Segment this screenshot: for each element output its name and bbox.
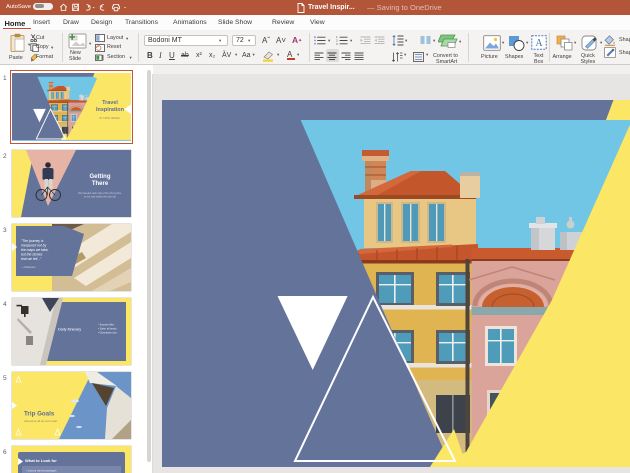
svg-text:Daily Itinerary: Daily Itinerary [58, 328, 81, 332]
svg-text:Getting: Getting [90, 174, 111, 180]
svg-text:A: A [535, 38, 543, 49]
svg-text:BY KATIE JENSEN.: BY KATIE JENSEN. [99, 117, 120, 120]
svg-text:• Sunrise hike: • Sunrise hike [98, 323, 114, 327]
svg-text:measured not by: measured not by [21, 244, 47, 248]
svg-text:so we truly visited the town a: so we truly visited the town all. [84, 196, 117, 199]
svg-text:• Luxury travel packages: • Luxury travel packages [26, 469, 57, 473]
svg-text:Inspiration: Inspiration [96, 107, 124, 113]
svg-text:—Unknown: —Unknown [21, 265, 36, 269]
svg-text:but the stories: but the stories [21, 253, 43, 257]
svg-text:"The journey is: "The journey is [21, 239, 44, 243]
svg-text:What to Look for: What to Look for [25, 458, 57, 463]
svg-text:the maps we take,: the maps we take, [21, 248, 49, 252]
svg-text:• Downtown tour: • Downtown tour [98, 331, 117, 335]
svg-text:Travel: Travel [102, 100, 118, 106]
svg-text:Trip Goals: Trip Goals [24, 411, 55, 418]
svg-text:3: 3 [336, 42, 338, 45]
svg-text:There: There [92, 181, 109, 187]
svg-text:what we've all set out to star: what we've all set out to start [24, 419, 58, 423]
svg-text:that we tell...”: that we tell...” [21, 257, 42, 261]
svg-text:• Swim at beach: • Swim at beach [98, 327, 117, 331]
